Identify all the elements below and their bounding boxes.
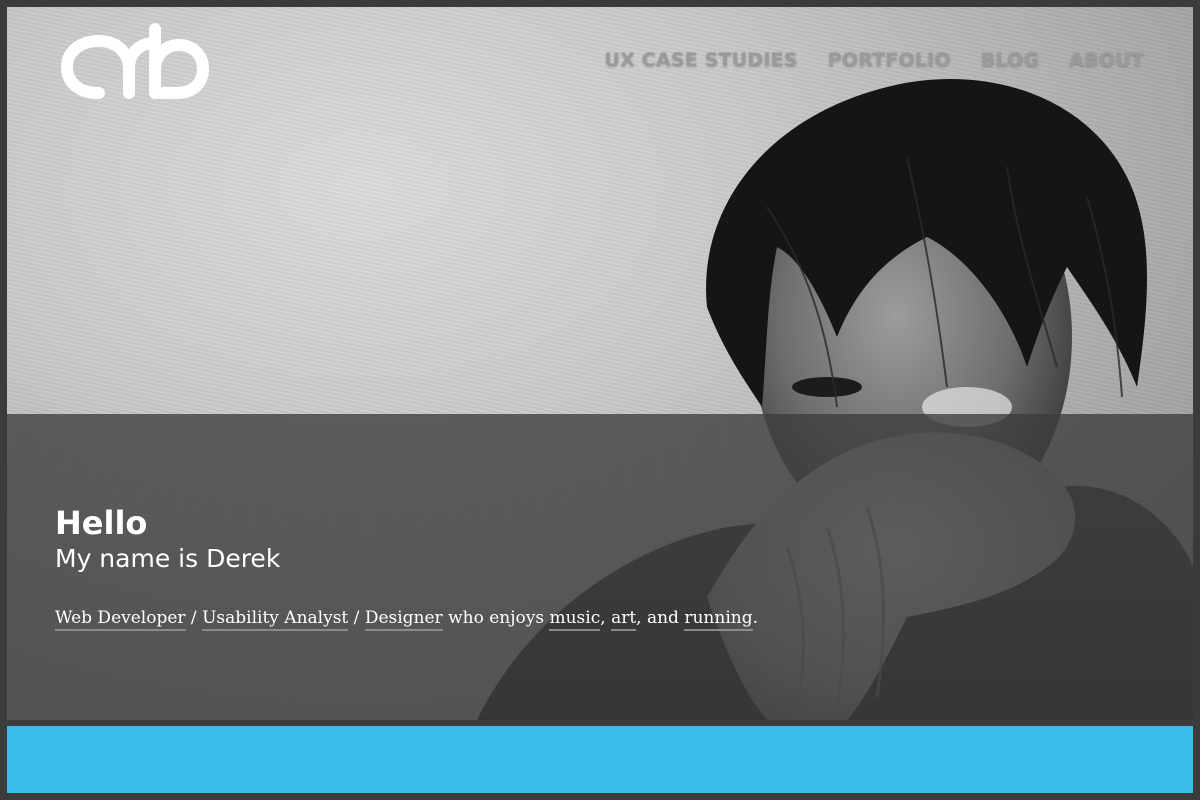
accent-strip xyxy=(7,726,1193,793)
page-frame: UX CASE STUDIES PORTFOLIO BLOG ABOUT Hel… xyxy=(0,0,1200,800)
nav-about[interactable]: ABOUT xyxy=(1069,49,1144,71)
link-music[interactable]: music xyxy=(549,608,601,631)
tagline-separator: / xyxy=(348,608,365,628)
intro-text: Hello My name is Derek Web Developer / U… xyxy=(55,503,855,631)
link-art[interactable]: art xyxy=(611,608,637,631)
hero-section: UX CASE STUDIES PORTFOLIO BLOG ABOUT Hel… xyxy=(7,7,1193,720)
intro-tagline: Web Developer / Usability Analyst / Desi… xyxy=(55,605,855,631)
tagline-separator: , xyxy=(600,608,612,628)
drb-logo-icon[interactable] xyxy=(59,19,209,103)
tagline-end: . xyxy=(752,608,758,628)
link-designer[interactable]: Designer xyxy=(364,608,443,631)
intro-heading: Hello xyxy=(55,504,148,542)
nav-portfolio[interactable]: PORTFOLIO xyxy=(828,49,951,71)
tagline-text: who enjoys xyxy=(442,608,550,628)
nav-blog[interactable]: BLOG xyxy=(981,49,1039,71)
intro-subheading: My name is Derek xyxy=(55,544,281,573)
link-running[interactable]: running xyxy=(684,608,753,631)
tagline-text: , and xyxy=(636,608,685,628)
link-usability-analyst[interactable]: Usability Analyst xyxy=(202,608,349,631)
link-web-developer[interactable]: Web Developer xyxy=(55,608,186,631)
main-nav: UX CASE STUDIES PORTFOLIO BLOG ABOUT xyxy=(605,49,1144,71)
tagline-separator: / xyxy=(185,608,203,628)
nav-ux-case-studies[interactable]: UX CASE STUDIES xyxy=(605,49,798,71)
